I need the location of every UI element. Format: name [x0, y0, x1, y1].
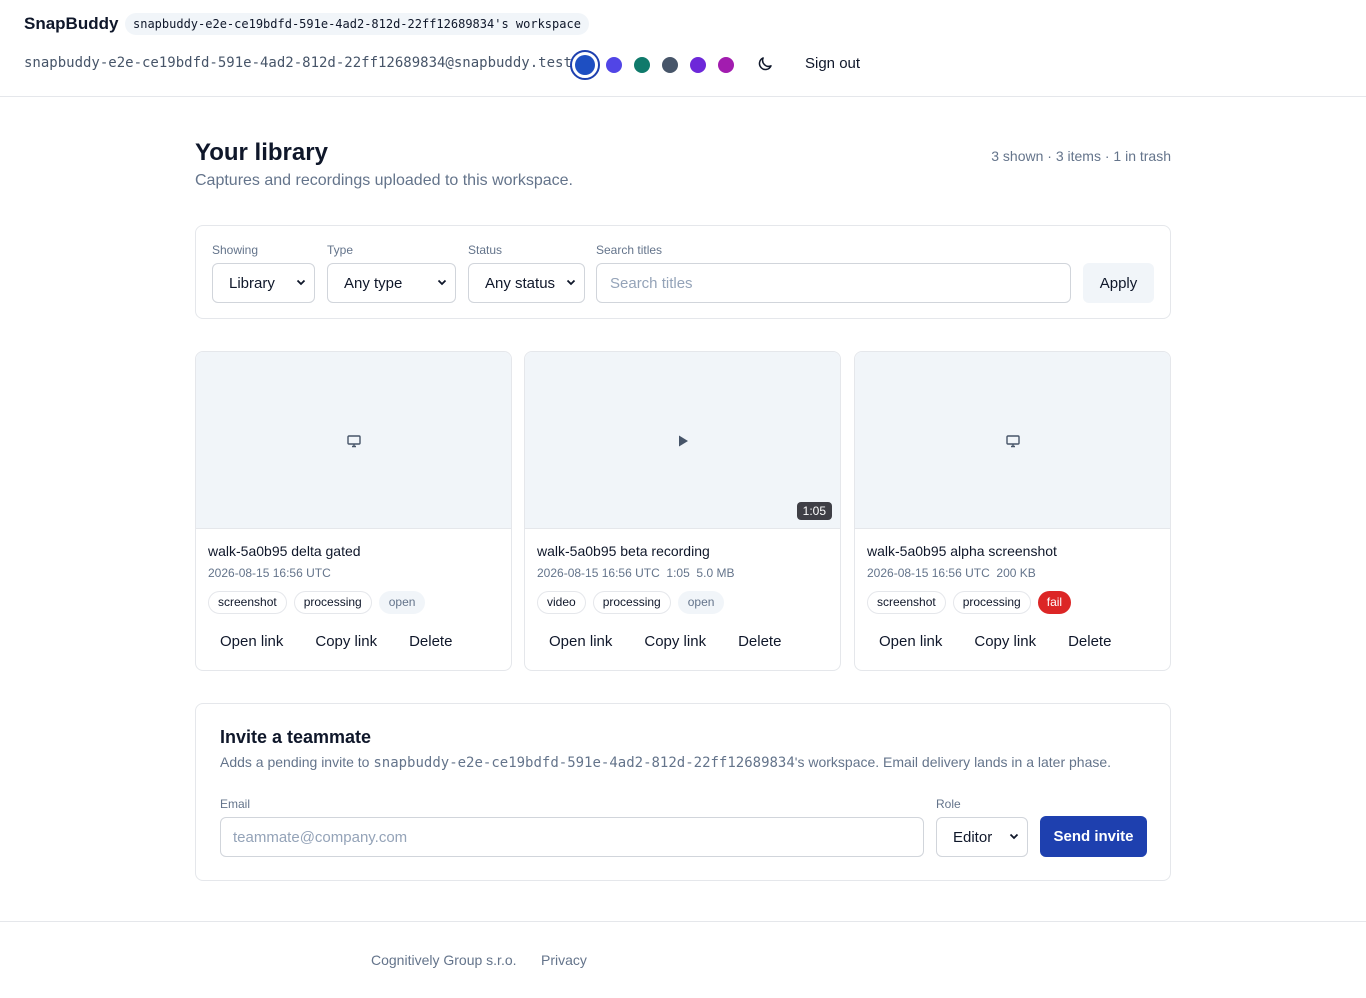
card-actions: Open link Copy link Delete	[208, 630, 472, 652]
copy-link-button[interactable]: Copy link	[303, 630, 389, 652]
open-link-button[interactable]: Open link	[537, 630, 624, 652]
library-card[interactable]: 1:05 walk-5a0b95 beta recording 2026-08-…	[524, 351, 841, 671]
card-tags: screenshot processing fail	[867, 591, 1078, 614]
page-subtitle: Captures and recordings uploaded to this…	[195, 172, 573, 189]
search-label: Search titles	[596, 243, 663, 257]
search-input[interactable]	[596, 263, 1071, 303]
card-meta: 2026-08-15 16:56 UTC 200 KB	[867, 566, 1036, 580]
role-label: Role	[936, 797, 961, 811]
status-select[interactable]: Any status	[468, 263, 585, 303]
user-email: snapbuddy-e2e-ce19bdfd-591e-4ad2-812d-22…	[24, 55, 572, 71]
type-value: Any type	[344, 274, 403, 292]
card-thumbnail[interactable]: 1:05	[525, 352, 840, 529]
tag-type: video	[537, 591, 586, 614]
open-link-button[interactable]: Open link	[867, 630, 954, 652]
tag-visibility: open	[677, 591, 725, 614]
delete-button[interactable]: Delete	[397, 630, 464, 652]
card-title: walk-5a0b95 beta recording	[537, 543, 710, 559]
card-tags: video processing open	[537, 591, 731, 614]
copy-link-button[interactable]: Copy link	[632, 630, 718, 652]
role-value: Editor	[953, 828, 993, 846]
card-tags: screenshot processing open	[208, 591, 432, 614]
theme-color-dot	[575, 55, 595, 75]
workspace-badge: snapbuddy-e2e-ce19bdfd-591e-4ad2-812d-22…	[125, 13, 589, 35]
chevron-down-icon	[296, 279, 306, 286]
video-duration: 1:05	[796, 502, 832, 520]
open-link-button[interactable]: Open link	[208, 630, 295, 652]
status-value: Any status	[485, 274, 556, 292]
chevron-down-icon	[437, 279, 447, 286]
tag-status: processing	[952, 591, 1031, 614]
company-link[interactable]: Cognitively Group s.r.o.	[371, 952, 517, 968]
card-title: walk-5a0b95 delta gated	[208, 543, 361, 559]
library-card[interactable]: walk-5a0b95 alpha screenshot 2026-08-15 …	[854, 351, 1171, 671]
showing-label: Showing	[212, 243, 259, 257]
theme-color-swatch-1[interactable]	[570, 50, 600, 80]
invite-desc-workspace: snapbuddy-e2e-ce19bdfd-591e-4ad2-812d-22…	[373, 755, 795, 771]
footer: Cognitively Group s.r.o. Privacy	[0, 921, 1366, 998]
chevron-down-icon	[1009, 833, 1019, 840]
top-bar: SnapBuddy snapbuddy-e2e-ce19bdfd-591e-4a…	[0, 0, 1366, 97]
invite-title: Invite a teammate	[220, 727, 372, 747]
tag-status: processing	[592, 591, 671, 614]
card-title: walk-5a0b95 alpha screenshot	[867, 543, 1057, 559]
card-actions: Open link Copy link Delete	[867, 630, 1131, 652]
theme-color-picker	[570, 50, 746, 80]
type-select[interactable]: Any type	[327, 263, 456, 303]
page-title: Your library	[195, 139, 328, 166]
tag-visibility: open	[378, 591, 426, 614]
tag-fail: fail	[1037, 591, 1072, 614]
card-meta: 2026-08-15 16:56 UTC 1:05 5.0 MB	[537, 566, 735, 580]
library-card[interactable]: walk-5a0b95 delta gated 2026-08-15 16:56…	[195, 351, 512, 671]
invite-panel: Invite a teammate Adds a pending invite …	[195, 703, 1171, 881]
theme-color-swatch-4[interactable]	[662, 57, 678, 73]
invite-desc-suffix: 's workspace. Email delivery lands in a …	[794, 754, 1112, 770]
role-select[interactable]: Editor	[936, 817, 1028, 857]
delete-button[interactable]: Delete	[1056, 630, 1123, 652]
status-label: Status	[468, 243, 503, 257]
card-thumbnail[interactable]	[196, 352, 511, 529]
privacy-link[interactable]: Privacy	[541, 952, 587, 968]
tag-type: screenshot	[867, 591, 946, 614]
theme-color-swatch-2[interactable]	[606, 57, 622, 73]
sign-out-button[interactable]: Sign out	[805, 55, 860, 72]
play-icon	[678, 435, 688, 447]
tag-status: processing	[293, 591, 372, 614]
theme-color-swatch-3[interactable]	[634, 57, 650, 73]
library-counts: 3 shown · 3 items · 1 in trash	[991, 148, 1171, 164]
apply-button[interactable]: Apply	[1083, 263, 1154, 303]
invite-desc-prefix: Adds a pending invite to	[220, 754, 374, 770]
theme-color-swatch-6[interactable]	[718, 57, 734, 73]
invite-description: Adds a pending invite to snapbuddy-e2e-c…	[220, 754, 1111, 771]
email-label: Email	[220, 797, 251, 811]
filter-bar: Showing Library Type Any type Status Any…	[195, 225, 1171, 319]
moon-icon[interactable]	[756, 55, 774, 73]
monitor-icon	[1005, 435, 1020, 448]
delete-button[interactable]: Delete	[726, 630, 793, 652]
type-label: Type	[327, 243, 354, 257]
monitor-icon	[346, 435, 361, 448]
card-thumbnail[interactable]	[855, 352, 1170, 529]
theme-color-swatch-5[interactable]	[690, 57, 706, 73]
card-meta: 2026-08-15 16:56 UTC	[208, 566, 331, 580]
send-invite-button[interactable]: Send invite	[1040, 816, 1147, 857]
tag-type: screenshot	[208, 591, 287, 614]
copy-link-button[interactable]: Copy link	[962, 630, 1048, 652]
email-field[interactable]	[220, 817, 924, 857]
brand-name[interactable]: SnapBuddy	[24, 14, 118, 34]
showing-value: Library	[229, 274, 275, 292]
chevron-down-icon	[566, 279, 576, 286]
card-actions: Open link Copy link Delete	[537, 630, 801, 652]
showing-select[interactable]: Library	[212, 263, 315, 303]
